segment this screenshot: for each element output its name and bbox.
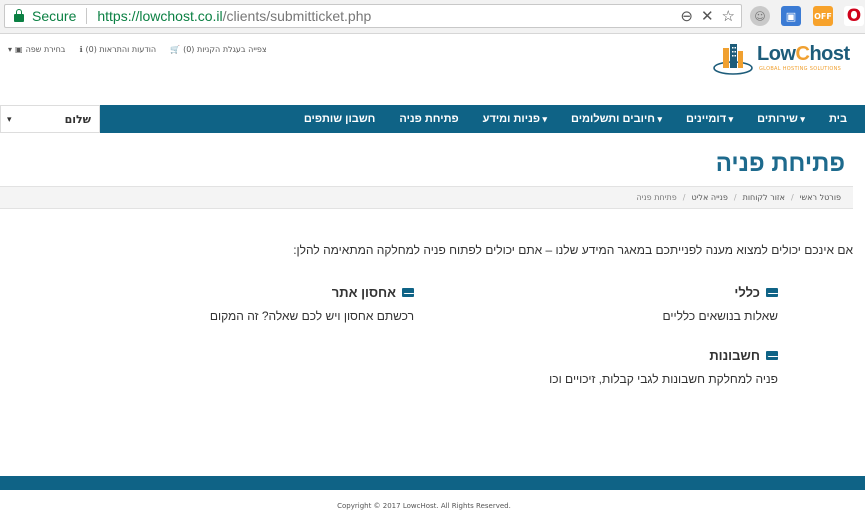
breadcrumb-divider: / (791, 193, 794, 202)
top-links: ▾ ▣ בחירת שפה ℹ הודעות והתראות (0) 🛒 צפייה … (8, 45, 267, 54)
department-link[interactable]: כללי (662, 285, 778, 300)
main-nav: בית שירותים דומיינים חיובים ותשלומים פני… (0, 105, 865, 133)
secure-label: Secure (32, 8, 77, 24)
logo-text-c: host (809, 43, 850, 65)
nav-billing[interactable]: חיובים ותשלומים (571, 113, 662, 125)
divider (86, 8, 88, 24)
cart-icon: 🛒 (170, 45, 181, 54)
redacted-username (24, 113, 61, 125)
user-greeting: שלום (64, 112, 91, 126)
breadcrumb-support[interactable]: פנייה אליט (691, 193, 727, 202)
envelope-icon (402, 288, 414, 297)
bookmark-star-icon[interactable]: ☆ (722, 7, 735, 25)
language-icon: ▣ (15, 45, 23, 54)
address-bar[interactable]: Secure https://lowchost.co.il/clients/su… (4, 4, 742, 28)
breadcrumb-current: פתיחת פניה (636, 193, 677, 202)
intro-text: אם אינכם יכולים למצוא מענה לפנייתכם במאג… (293, 243, 853, 257)
logo-text-a: Low (757, 43, 796, 65)
logo-wordmark: LowChost (757, 43, 850, 66)
nav-home[interactable]: בית (829, 113, 847, 125)
department-name: כללי (734, 285, 760, 300)
department-name: חשבונות (709, 348, 760, 363)
breadcrumb: פורטל ראשי / אזור לקוחות / פנייה אליט / … (0, 186, 853, 209)
breadcrumb-divider: / (682, 193, 686, 202)
envelope-icon (766, 351, 778, 360)
department-link[interactable]: אחסון אתר (210, 285, 414, 300)
browser-toolbar: Secure https://lowchost.co.il/clients/su… (0, 0, 865, 34)
logo-text-b: C (795, 43, 810, 65)
notifications-link[interactable]: ℹ הודעות והתראות (0) (79, 45, 156, 54)
envelope-icon (766, 288, 778, 297)
department-billing: חשבונות פניה למחלקת חשבונות לגבי קבלות, … (549, 348, 778, 386)
breadcrumb-divider: / (733, 193, 737, 202)
url-path: /clients/submitticket.php (222, 8, 372, 24)
logo-tagline: GLOBAL HOSTING SOLUTIONS (759, 66, 842, 72)
logo-building-icon (713, 44, 753, 75)
nav-domains[interactable]: דומיינים (686, 113, 733, 125)
footer-bar (0, 476, 865, 490)
cart-label: צפייה בעגלת הקניות (0) (183, 45, 267, 54)
language-selector[interactable]: ▾ ▣ בחירת שפה (8, 45, 65, 54)
extension-face-icon[interactable]: ☺ (750, 6, 770, 26)
chevron-down-icon: ▾ (7, 115, 12, 125)
department-link[interactable]: חשבונות (549, 348, 778, 363)
department-name: אחסון אתר (331, 285, 396, 300)
nav-services[interactable]: שירותים (757, 113, 805, 125)
breadcrumb-client-area[interactable]: אזור לקוחות (743, 193, 785, 202)
nav-open-ticket[interactable]: פתיחת פניה (399, 113, 458, 125)
info-icon: ℹ (79, 45, 83, 54)
extension-off-badge: OFF (814, 11, 832, 21)
department-description: רכשתם אחסון ויש לכם שאלה? זה המקום (209, 309, 414, 323)
clear-icon[interactable]: ✕ (701, 7, 714, 25)
url-host: https://lowchost.co.il (97, 8, 223, 24)
extension-box-icon[interactable]: ▣ (781, 6, 801, 26)
nav-support[interactable]: פניות ומידע (483, 113, 547, 125)
department-hosting: אחסון אתר רכשתם אחסון ויש לכם שאלה? זה ה… (210, 285, 414, 323)
lock-icon (14, 9, 24, 22)
user-menu[interactable]: ▾ שלום (0, 105, 100, 133)
page-title: פתיחת פניה (715, 150, 845, 177)
site-logo[interactable]: LowChost GLOBAL HOSTING SOLUTIONS (713, 42, 853, 76)
breadcrumb-home[interactable]: פורטל ראשי (800, 193, 841, 202)
copyright: Copyright © 2017 LowcHost. All Rights Re… (337, 502, 511, 510)
department-general: כללי שאלות בנושאים כלליים (662, 285, 778, 323)
extension-off-icon[interactable]: OFF (813, 6, 833, 26)
cart-link[interactable]: 🛒 צפייה בעגלת הקניות (0) (170, 45, 267, 54)
site-header: ▾ ▣ בחירת שפה ℹ הודעות והתראות (0) 🛒 צפייה … (0, 36, 865, 102)
department-description: פניה למחלקת חשבונות לגבי קבלות, זיכויים … (549, 372, 778, 386)
department-description: שאלות בנושאים כלליים (662, 309, 778, 323)
zoom-icon[interactable]: ⊖ (680, 7, 693, 25)
language-label: בחירת שפה (25, 45, 66, 54)
nav-affiliates[interactable]: חשבון שותפים (304, 113, 376, 125)
notifications-label: הודעות והתראות (0) (85, 45, 157, 54)
opera-icon[interactable]: O (844, 6, 864, 26)
